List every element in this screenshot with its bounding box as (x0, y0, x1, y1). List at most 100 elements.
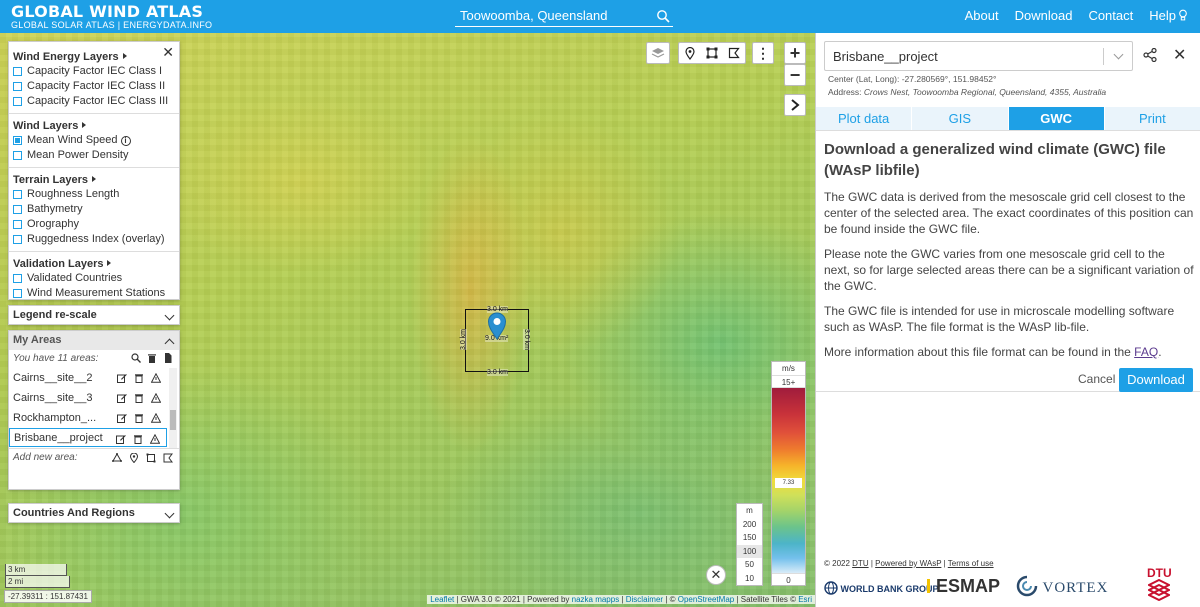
areas-scrollbar[interactable] (169, 368, 177, 448)
checkbox[interactable] (13, 67, 22, 76)
search-icon[interactable] (131, 353, 141, 363)
search-input[interactable]: Toowoomba, Queensland (455, 6, 673, 27)
share-icon[interactable] (1143, 48, 1157, 62)
vortex-logo[interactable]: VORTEX (1016, 575, 1108, 597)
expand-panel-button[interactable] (784, 94, 806, 116)
checkbox[interactable] (13, 220, 22, 229)
scrollbar-thumb[interactable] (170, 410, 176, 430)
location-marker-icon[interactable] (487, 312, 507, 340)
polygon-draw-icon[interactable] (728, 47, 740, 59)
checkbox[interactable] (13, 289, 22, 298)
layer-group-terrain[interactable]: Terrain Layers (13, 173, 175, 187)
dtu-logo[interactable]: DTU (1147, 567, 1172, 603)
brand-logo[interactable]: GLOBAL WIND ATLAS GLOBAL SOLAR ATLAS | E… (11, 3, 212, 30)
rectangle-draw-icon[interactable] (706, 47, 718, 59)
marker-icon[interactable] (684, 46, 696, 60)
layer-mean-wind-speed[interactable]: Mean Wind Speed i (13, 133, 175, 148)
edit-icon[interactable] (117, 413, 127, 423)
layer-capacity-factor-class-3[interactable]: Capacity Factor IEC Class III (13, 94, 175, 109)
warning-icon[interactable] (151, 373, 161, 383)
layer-group-wind-energy[interactable]: Wind Energy Layers (13, 50, 175, 64)
wasp-link[interactable]: Powered by WAsP (875, 559, 941, 568)
layer-roughness-length[interactable]: Roughness Length (13, 187, 175, 202)
checkbox[interactable] (13, 274, 22, 283)
info-icon[interactable]: i (120, 135, 131, 146)
checkbox-checked[interactable] (13, 136, 22, 145)
checkbox[interactable] (13, 97, 22, 106)
terms-link[interactable]: Terms of use (948, 559, 994, 568)
warning-icon[interactable] (150, 434, 160, 444)
more-menu-button[interactable]: ⋮ (752, 42, 774, 64)
layer-group-wind[interactable]: Wind Layers (13, 119, 175, 133)
legend-rescale-dropdown[interactable]: Legend re-scale (8, 305, 180, 325)
dtu-link[interactable]: DTU (852, 559, 868, 568)
checkbox[interactable] (13, 235, 22, 244)
faq-link[interactable]: FAQ (1134, 345, 1158, 359)
trash-icon[interactable] (134, 393, 144, 403)
nav-about[interactable]: About (965, 8, 999, 23)
zoom-out-button[interactable]: − (784, 64, 806, 86)
world-bank-logo[interactable]: WORLD BANK GROUP (824, 581, 939, 595)
close-icon[interactable]: ✕ (162, 44, 174, 61)
checkbox[interactable] (13, 205, 22, 214)
tab-gis[interactable]: GIS (912, 107, 1009, 130)
layer-bathymetry[interactable]: Bathymetry (13, 202, 175, 217)
elevation-value-selected[interactable]: 100 (737, 544, 762, 559)
layer-wind-measurement-stations[interactable]: Wind Measurement Stations (13, 286, 175, 301)
elevation-value[interactable]: 10 (737, 572, 762, 586)
disclaimer-link[interactable]: Disclaimer (626, 595, 663, 604)
area-row[interactable]: Cairns__site__3 (9, 388, 179, 408)
close-overlay-button[interactable]: ✕ (706, 565, 726, 585)
elevation-value[interactable]: 150 (737, 531, 762, 545)
osm-link[interactable]: OpenStreetMap (678, 595, 734, 604)
layer-capacity-factor-class-2[interactable]: Capacity Factor IEC Class II (13, 79, 175, 94)
my-areas-header[interactable]: My Areas (9, 331, 179, 350)
trash-icon[interactable] (147, 353, 157, 363)
layer-validated-countries[interactable]: Validated Countries (13, 271, 175, 286)
tab-print[interactable]: Print (1104, 107, 1200, 130)
edit-icon[interactable] (117, 373, 127, 383)
elevation-value[interactable]: 50 (737, 558, 762, 572)
edit-icon[interactable] (117, 393, 127, 403)
search-icon[interactable] (656, 9, 670, 23)
layer-ruggedness-index[interactable]: Ruggedness Index (overlay) (13, 232, 175, 247)
checkbox[interactable] (13, 82, 22, 91)
trash-icon[interactable] (133, 434, 143, 444)
project-select[interactable]: Brisbane__project (824, 41, 1133, 71)
cancel-button[interactable]: Cancel (1078, 372, 1115, 386)
nav-download[interactable]: Download (1015, 8, 1073, 23)
rectangle-draw-icon[interactable] (146, 453, 156, 463)
leaflet-link[interactable]: Leaflet (430, 595, 454, 604)
layer-orography[interactable]: Orography (13, 217, 175, 232)
elevation-value[interactable]: 200 (737, 518, 762, 532)
checkbox[interactable] (13, 151, 22, 160)
nav-contact[interactable]: Contact (1088, 8, 1133, 23)
esmap-logo[interactable]: ESMAP (927, 576, 1000, 597)
zoom-in-button[interactable]: + (784, 42, 806, 64)
layer-capacity-factor-class-1[interactable]: Capacity Factor IEC Class I (13, 64, 175, 79)
search-value[interactable]: Toowoomba, Queensland (460, 8, 607, 23)
layer-group-validation[interactable]: Validation Layers (13, 257, 175, 271)
edit-icon[interactable] (116, 434, 126, 444)
upload-shape-icon[interactable] (163, 453, 173, 463)
trash-icon[interactable] (134, 413, 144, 423)
warning-icon[interactable] (151, 393, 161, 403)
trash-icon[interactable] (134, 373, 144, 383)
area-row[interactable]: Rockhampton_... (9, 408, 179, 428)
warning-icon[interactable] (151, 413, 161, 423)
polygon-draw-icon[interactable] (112, 453, 122, 463)
tab-plot-data[interactable]: Plot data (816, 107, 913, 130)
layer-mean-power-density[interactable]: Mean Power Density (13, 148, 175, 163)
marker-icon[interactable] (129, 453, 139, 463)
tab-gwc[interactable]: GWC (1008, 107, 1105, 130)
nav-help[interactable]: Help (1149, 8, 1188, 23)
countries-regions-dropdown[interactable]: Countries And Regions (8, 503, 180, 523)
wind-map[interactable]: ✕ Wind Energy Layers Capacity Factor IEC… (0, 33, 815, 607)
esri-link[interactable]: Esri (798, 595, 812, 604)
area-row-selected[interactable]: Brisbane__project (9, 428, 167, 447)
layers-button[interactable] (646, 42, 670, 64)
checkbox[interactable] (13, 190, 22, 199)
download-button[interactable]: Download (1119, 368, 1193, 392)
close-icon[interactable]: ✕ (1173, 45, 1186, 65)
area-row[interactable]: Cairns__site__2 (9, 368, 179, 388)
